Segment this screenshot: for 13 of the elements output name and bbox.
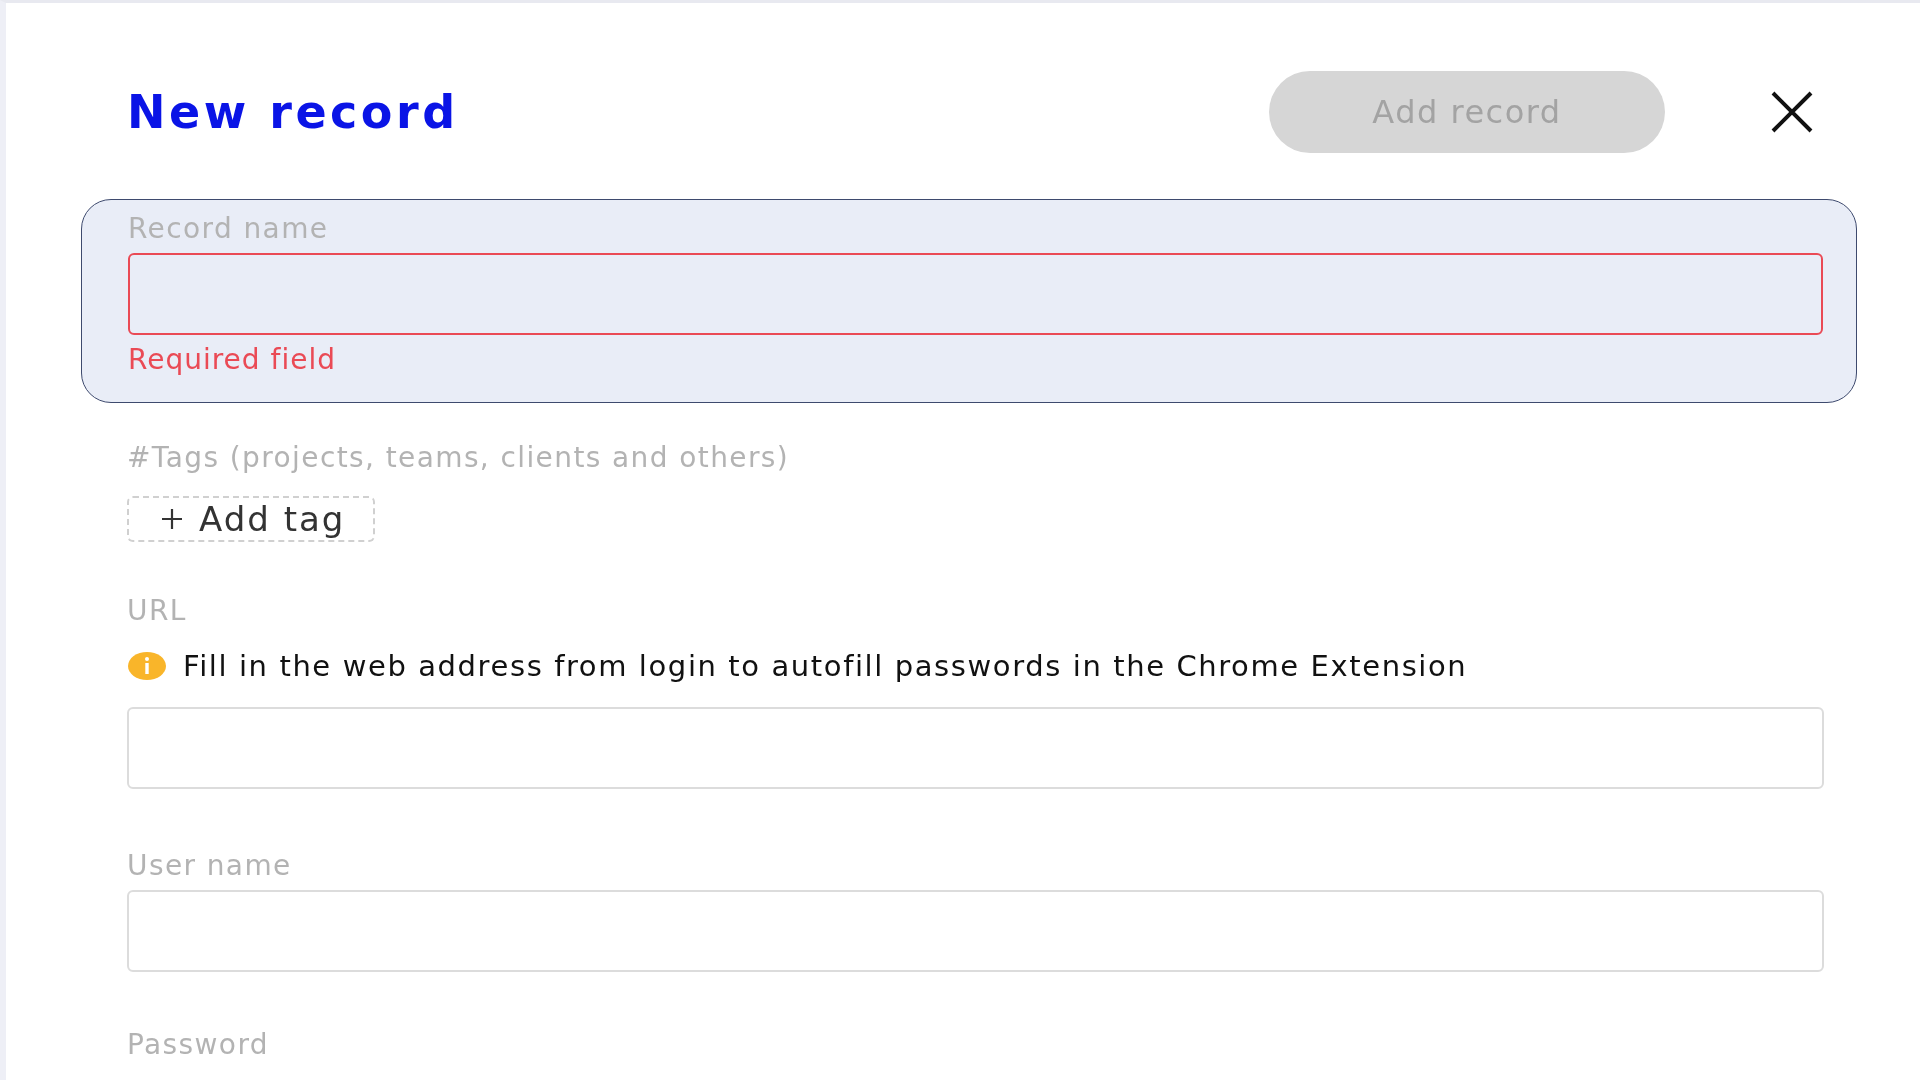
- dialog-title: New record: [127, 84, 460, 139]
- plus-icon: [161, 508, 183, 530]
- field-label: User name: [127, 849, 293, 882]
- field-label: URL: [127, 594, 188, 627]
- close-icon[interactable]: [1770, 89, 1814, 134]
- text-input[interactable]: [128, 253, 1823, 335]
- field-label: Password: [127, 1028, 270, 1061]
- field-label: #Tags (projects, teams, clients and others): [127, 441, 791, 474]
- error-message: Required field: [128, 343, 337, 376]
- field-label: Record name: [128, 212, 330, 245]
- add-tag-button[interactable]: Add tag: [127, 496, 376, 542]
- hint-text: Fill in the web address from login to autofill passwords in the Chrome Extension: [183, 649, 1468, 683]
- info-icon: [127, 651, 167, 681]
